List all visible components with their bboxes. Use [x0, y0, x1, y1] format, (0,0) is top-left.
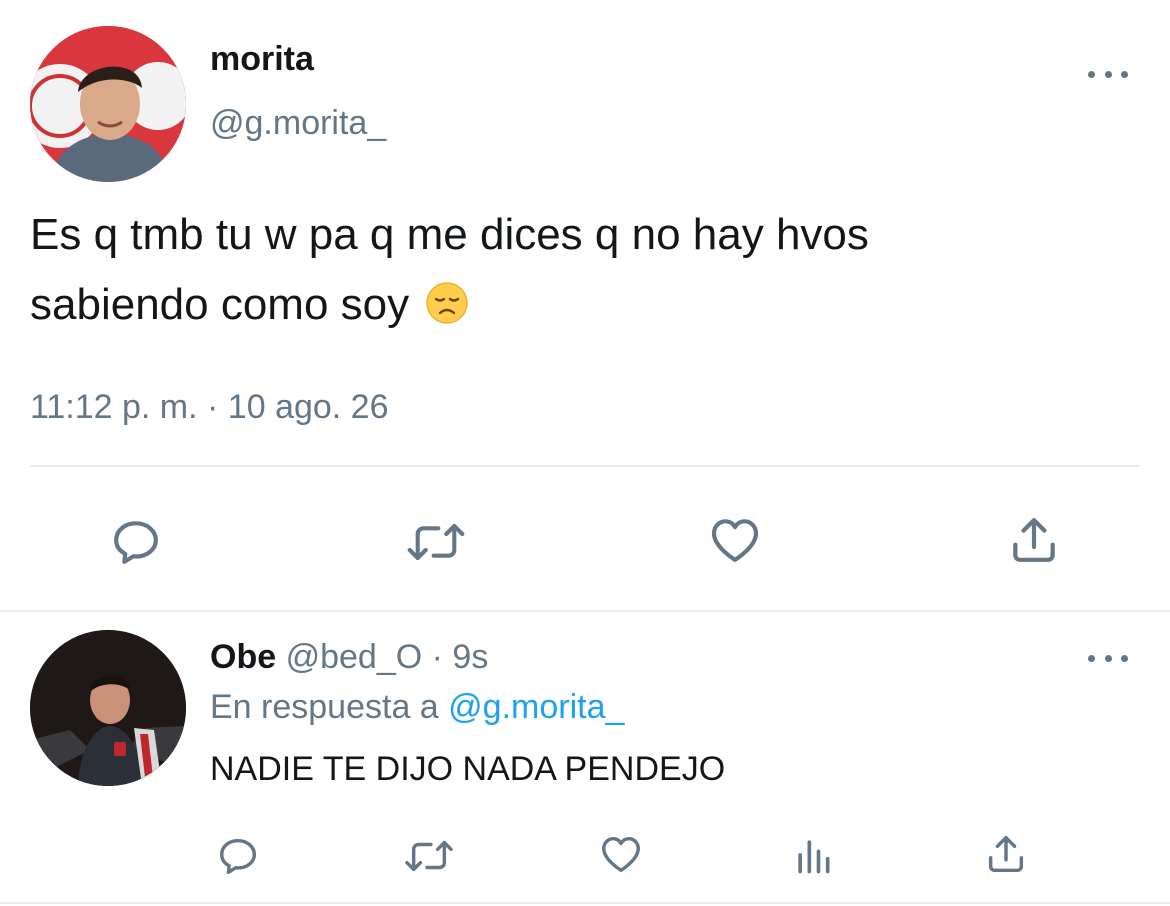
reply-time[interactable]: 9s [452, 638, 488, 676]
tweet-text-line-1: Es q tmb tu w pa q me dices q no hay hvo… [30, 210, 869, 259]
tweet-text-line-2: sabiendo como soy [30, 280, 410, 329]
share-icon[interactable] [982, 830, 1030, 878]
reply-author-handle[interactable]: @bed_O [286, 638, 423, 676]
divider [30, 465, 1140, 467]
replying-to: En respuesta a @g.morita_ [210, 688, 624, 727]
retweet-icon[interactable] [400, 832, 458, 880]
share-icon[interactable] [1004, 510, 1064, 570]
divider [0, 902, 1170, 904]
analytics-icon[interactable] [790, 832, 836, 878]
tweet-timestamp[interactable]: 11:12 p. m. · 10 ago. 26 [30, 388, 389, 427]
more-options-icon[interactable] [1088, 64, 1128, 84]
tweet-thread: morita @g.morita_ Es q tmb tu w pa q me … [0, 0, 1170, 906]
more-options-icon[interactable] [1088, 648, 1128, 668]
divider [0, 610, 1170, 612]
replying-to-label: En respuesta a [210, 688, 439, 726]
reply-author-name[interactable]: Obe [210, 638, 276, 676]
separator-dot: · [431, 638, 443, 676]
avatar-photo [30, 26, 186, 182]
reply-header: Obe @bed_O · 9s [210, 638, 488, 677]
tweet-text: Es q tmb tu w pa q me dices q no hay hvo… [30, 200, 1130, 340]
avatar-photo [30, 630, 186, 786]
disappointed-face-icon [426, 282, 469, 324]
reply-author-avatar[interactable] [30, 630, 186, 786]
reply-icon[interactable] [106, 512, 166, 572]
like-icon[interactable] [704, 510, 766, 570]
retweet-icon[interactable] [402, 512, 470, 572]
reply-text: NADIE TE DIJO NADA PENDEJO [210, 750, 726, 788]
author-handle[interactable]: @g.morita_ [210, 104, 386, 143]
like-icon[interactable] [596, 830, 646, 878]
author-avatar[interactable] [30, 26, 186, 182]
author-name[interactable]: morita [210, 40, 314, 79]
reply-icon[interactable] [214, 832, 262, 880]
replying-to-mention[interactable]: @g.morita_ [448, 688, 624, 726]
